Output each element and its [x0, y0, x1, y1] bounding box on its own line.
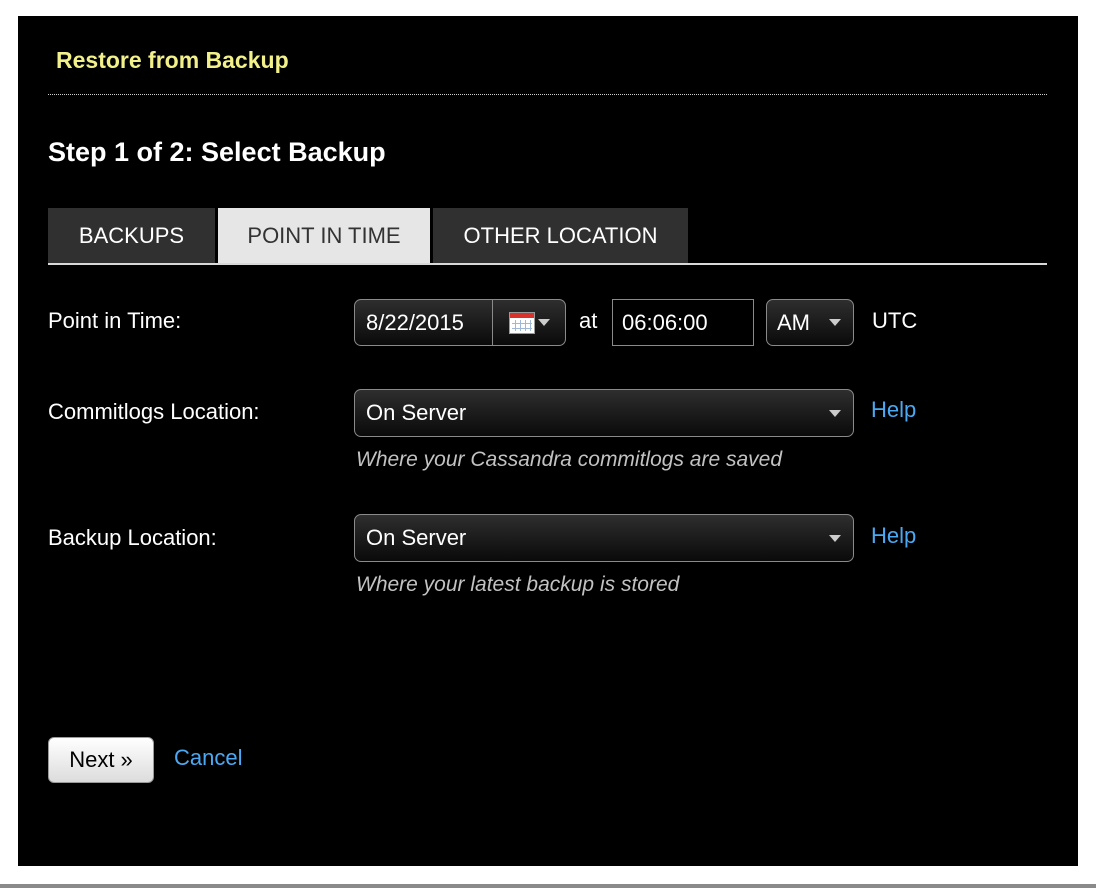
backup-location-help-link[interactable]: Help	[871, 523, 916, 549]
tab-other-location[interactable]: OTHER LOCATION	[433, 208, 688, 264]
commitlogs-location-select[interactable]: On Server	[354, 389, 854, 437]
time-input[interactable]: 06:06:00	[612, 299, 754, 346]
chevron-down-icon	[537, 319, 550, 326]
step-heading: Step 1 of 2: Select Backup	[48, 137, 386, 167]
backup-location-select[interactable]: On Server	[354, 514, 854, 562]
calendar-icon	[508, 311, 535, 334]
backup-location-label: Backup Location:	[48, 525, 217, 550]
tab-bar-underline	[48, 263, 1047, 265]
window-bottom-border	[0, 884, 1096, 888]
title-divider	[48, 94, 1047, 95]
commitlogs-help-link[interactable]: Help	[871, 397, 916, 423]
dialog-title: Restore from Backup	[56, 47, 289, 73]
chevron-down-icon	[829, 319, 841, 326]
calendar-button[interactable]	[492, 300, 565, 345]
date-picker: 8/22/2015	[354, 299, 566, 346]
commitlogs-location-label: Commitlogs Location:	[48, 399, 260, 424]
backup-location-value: On Server	[366, 525, 467, 550]
at-label: at	[579, 308, 598, 333]
chevron-down-icon	[829, 409, 841, 417]
tab-bar: BACKUPS POINT IN TIME OTHER LOCATION	[48, 208, 691, 264]
chevron-down-icon	[829, 534, 841, 542]
next-button[interactable]: Next »	[48, 737, 154, 783]
ampm-select[interactable]: AM	[766, 299, 854, 346]
backup-location-hint: Where your latest backup is stored	[356, 573, 680, 596]
tab-point-in-time[interactable]: POINT IN TIME	[218, 208, 430, 264]
commitlogs-hint: Where your Cassandra commitlogs are save…	[356, 448, 783, 471]
tab-backups[interactable]: BACKUPS	[48, 208, 215, 264]
restore-dialog: Restore from Backup Step 1 of 2: Select …	[18, 16, 1078, 866]
ampm-value: AM	[777, 309, 810, 335]
point-in-time-label: Point in Time:	[48, 308, 182, 333]
cancel-link[interactable]: Cancel	[174, 745, 242, 771]
date-input[interactable]: 8/22/2015	[355, 310, 492, 336]
commitlogs-location-value: On Server	[366, 400, 467, 425]
timezone-label: UTC	[872, 308, 918, 333]
